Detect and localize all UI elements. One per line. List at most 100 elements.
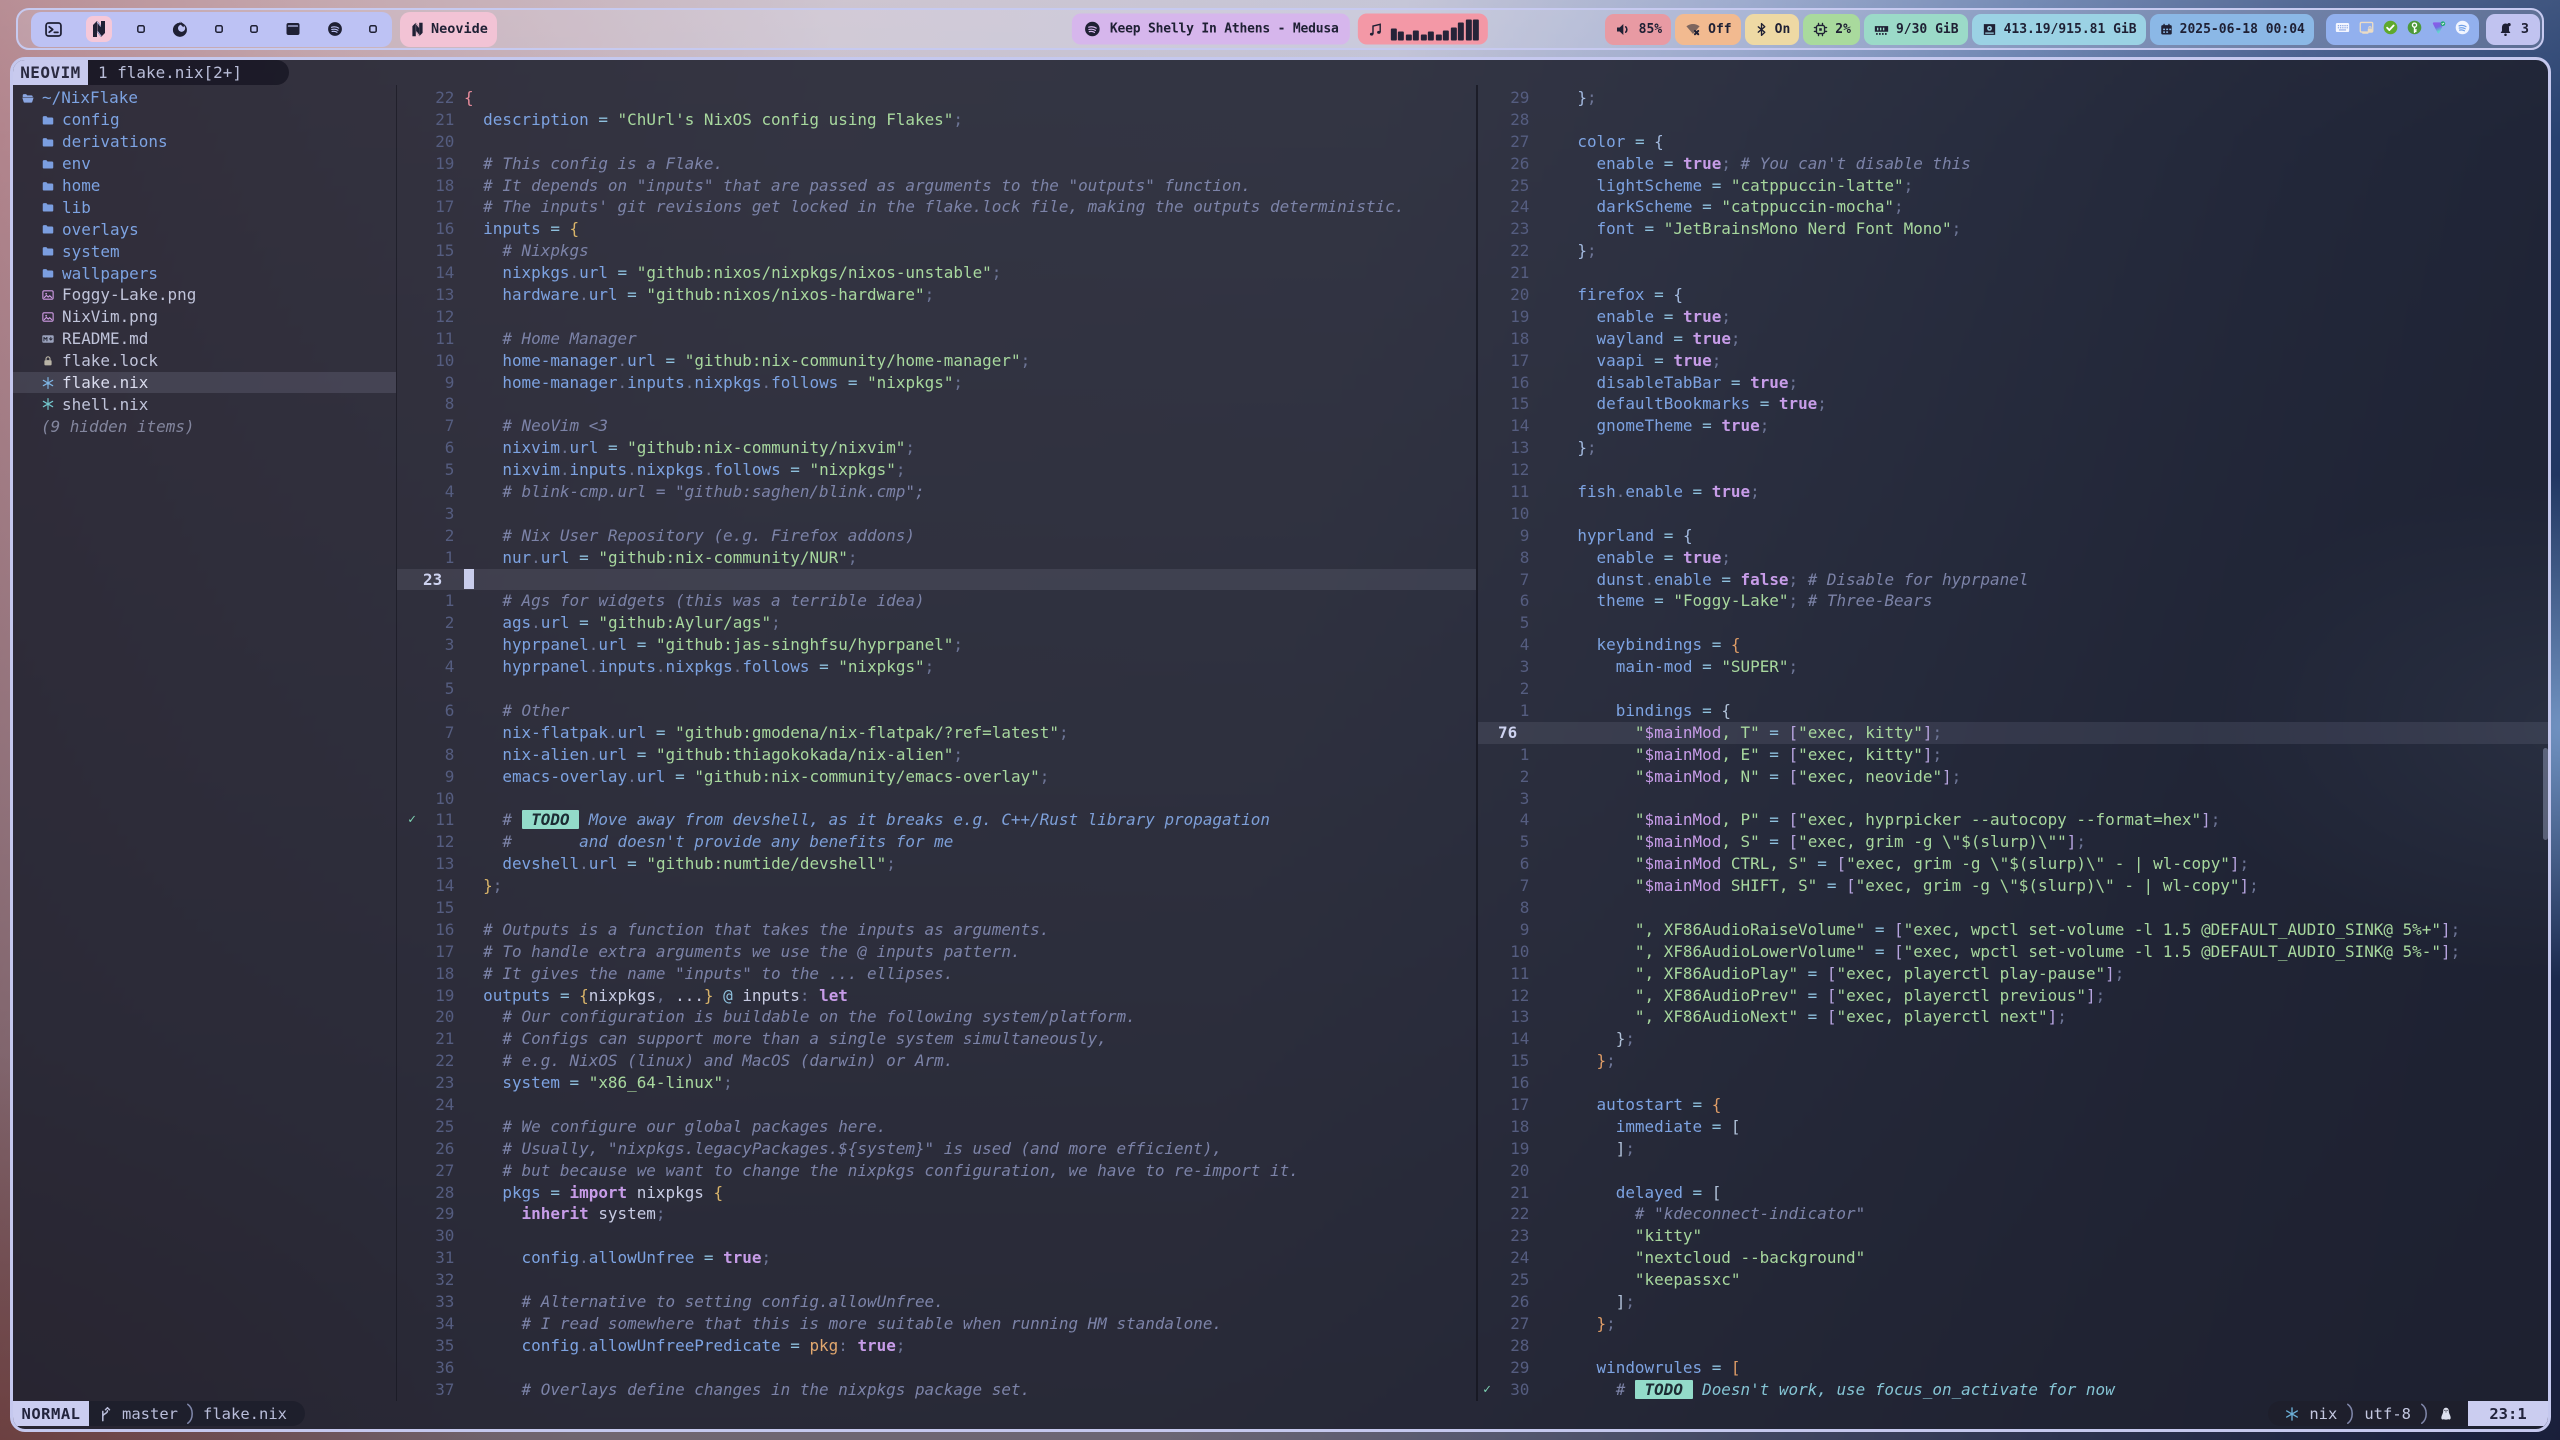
code-line[interactable]: 9 hyprland = { xyxy=(1478,525,2548,547)
tree-item-flake.nix[interactable]: flake.nix xyxy=(13,372,396,394)
code-line[interactable]: 17 # To handle extra arguments we use th… xyxy=(397,941,1476,963)
tree-item-shell.nix[interactable]: shell.nix xyxy=(13,393,396,415)
code-line[interactable]: 11 fish.enable = true; xyxy=(1478,481,2548,503)
code-line[interactable]: 17 # The inputs' git revisions get locke… xyxy=(397,196,1476,218)
code-line[interactable]: 23 "kitty" xyxy=(1478,1225,2548,1247)
code-line[interactable]: 1 # Ags for widgets (this was a terrible… xyxy=(397,590,1476,612)
code-line[interactable]: 22{ xyxy=(397,87,1476,109)
code-line[interactable]: 3 xyxy=(397,503,1476,525)
code-line[interactable]: 19 ]; xyxy=(1478,1138,2548,1160)
code-line[interactable]: 13 hardware.url = "github:nixos/nixos-ha… xyxy=(397,284,1476,306)
code-line[interactable]: 28 xyxy=(1478,109,2548,131)
code-line[interactable]: 5 nixvim.inputs.nixpkgs.follows = "nixpk… xyxy=(397,459,1476,481)
tree-item-flake.lock[interactable]: flake.lock xyxy=(13,350,396,372)
workspace-square[interactable] xyxy=(213,23,225,35)
code-line[interactable]: 10 home-manager.url = "github:nix-commun… xyxy=(397,350,1476,372)
code-line[interactable]: 22 }; xyxy=(1478,240,2548,262)
code-line[interactable]: 2 # Nix User Repository (e.g. Firefox ad… xyxy=(397,525,1476,547)
code-line[interactable]: 27 # but because we want to change the n… xyxy=(397,1160,1476,1182)
code-line[interactable]: 12 # and doesn't provide any benefits fo… xyxy=(397,831,1476,853)
code-line[interactable]: 9 emacs-overlay.url = "github:nix-commun… xyxy=(397,766,1476,788)
workspace-square[interactable] xyxy=(367,23,379,35)
tree-item-lib[interactable]: lib xyxy=(13,196,396,218)
tree-item-derivations[interactable]: derivations xyxy=(13,131,396,153)
code-line[interactable]: 24 "nextcloud --background" xyxy=(1478,1247,2548,1269)
code-line[interactable]: 31 config.allowUnfree = true; xyxy=(397,1247,1476,1269)
tray-screen-lock[interactable] xyxy=(2358,19,2375,40)
code-line[interactable]: 13 }; xyxy=(1478,437,2548,459)
code-line[interactable]: 18 wayland = true; xyxy=(1478,328,2548,350)
focused-app-module[interactable]: Neovide xyxy=(400,12,497,47)
code-line[interactable]: 5 xyxy=(397,678,1476,700)
code-line[interactable]: 26 enable = true; # You can't disable th… xyxy=(1478,153,2548,175)
code-line[interactable]: 1 nur.url = "github:nix-community/NUR"; xyxy=(397,547,1476,569)
wifi-module[interactable]: Off xyxy=(1675,14,1740,45)
tree-item-readme.md[interactable]: README.md xyxy=(13,328,396,350)
code-line[interactable]: 27 }; xyxy=(1478,1313,2548,1335)
tray-check-circle[interactable] xyxy=(2382,19,2399,40)
code-line[interactable]: 33 # Alternative to setting config.allow… xyxy=(397,1291,1476,1313)
code-line[interactable]: 5 xyxy=(1478,612,2548,634)
code-line[interactable]: 3 xyxy=(1478,788,2548,810)
tray-key-circle[interactable] xyxy=(2406,19,2423,40)
code-line[interactable]: 24 xyxy=(397,1094,1476,1116)
code-line[interactable]: 13 devshell.url = "github:numtide/devshe… xyxy=(397,853,1476,875)
tree-item-config[interactable]: config xyxy=(13,109,396,131)
code-line[interactable]: 26 ]; xyxy=(1478,1291,2548,1313)
tree-item-nixflake[interactable]: ~/NixFlake xyxy=(13,87,396,109)
tree-item-wallpapers[interactable]: wallpapers xyxy=(13,262,396,284)
code-line[interactable]: 19 enable = true; xyxy=(1478,306,2548,328)
code-line[interactable]: 22 # e.g. NixOS (linux) and MacOS (darwi… xyxy=(397,1050,1476,1072)
workspace-terminal[interactable] xyxy=(44,20,63,39)
code-line[interactable]: 20 xyxy=(397,131,1476,153)
code-line[interactable]: 29 windowrules = [ xyxy=(1478,1357,2548,1379)
code-line[interactable]: 13 ", XF86AudioNext" = ["exec, playerctl… xyxy=(1478,1006,2548,1028)
code-line[interactable]: 18 # It gives the name "inputs" to the .… xyxy=(397,963,1476,985)
code-line[interactable]: 11 ", XF86AudioPlay" = ["exec, playerctl… xyxy=(1478,963,2548,985)
code-line[interactable]: 23 xyxy=(397,569,1476,591)
tree-item-foggy-lake.png[interactable]: Foggy-Lake.png xyxy=(13,284,396,306)
code-line[interactable]: 7 # NeoVim <3 xyxy=(397,415,1476,437)
code-line[interactable]: 25 "keepassxc" xyxy=(1478,1269,2548,1291)
code-line[interactable]: 15 defaultBookmarks = true; xyxy=(1478,393,2548,415)
code-line[interactable]: 2 "$mainMod, N" = ["exec, neovide"]; xyxy=(1478,766,2548,788)
code-line[interactable]: 15 }; xyxy=(1478,1050,2548,1072)
code-line[interactable]: 16 # Outputs is a function that takes th… xyxy=(397,919,1476,941)
code-line[interactable]: 29 }; xyxy=(1478,87,2548,109)
code-line[interactable]: 10 xyxy=(397,788,1476,810)
tree-item-env[interactable]: env xyxy=(13,153,396,175)
code-line[interactable]: 20 firefox = { xyxy=(1478,284,2548,306)
code-line[interactable]: 14 nixpkgs.url = "github:nixos/nixpkgs/n… xyxy=(397,262,1476,284)
code-line[interactable]: 20 # Our configuration is buildable on t… xyxy=(397,1006,1476,1028)
code-line[interactable]: 16 disableTabBar = true; xyxy=(1478,372,2548,394)
code-line[interactable]: 76 "$mainMod, T" = ["exec, kitty"]; xyxy=(1478,722,2548,744)
scrollbar-thumb[interactable] xyxy=(2543,748,2548,840)
code-line[interactable]: 15 xyxy=(397,897,1476,919)
code-line[interactable]: 10 ", XF86AudioLowerVolume" = ["exec, wp… xyxy=(1478,941,2548,963)
code-line[interactable]: 22 # "kdeconnect-indicator" xyxy=(1478,1203,2548,1225)
tree-item-overlays[interactable]: overlays xyxy=(13,218,396,240)
code-line[interactable]: 14 gnomeTheme = true; xyxy=(1478,415,2548,437)
code-line[interactable]: 4 hyprpanel.inputs.nixpkgs.follows = "ni… xyxy=(397,656,1476,678)
code-line[interactable]: 8 xyxy=(1478,897,2548,919)
code-line[interactable]: 7 "$mainMod SHIFT, S" = ["exec, grim -g … xyxy=(1478,875,2548,897)
ram-module[interactable]: 9/30 GiB xyxy=(1864,14,1968,45)
volume-module[interactable]: 85% xyxy=(1605,14,1671,45)
tree-item-system[interactable]: system xyxy=(13,240,396,262)
code-line[interactable]: 24 darkScheme = "catppuccin-mocha"; xyxy=(1478,196,2548,218)
workspace-neovim[interactable] xyxy=(86,16,112,42)
cpu-module[interactable]: 2% xyxy=(1803,14,1860,45)
code-line[interactable]: 27 color = { xyxy=(1478,131,2548,153)
code-line[interactable]: 8 enable = true; xyxy=(1478,547,2548,569)
code-line[interactable]: 28 pkgs = import nixpkgs { xyxy=(397,1182,1476,1204)
workspace-spotify[interactable] xyxy=(326,20,344,38)
code-line[interactable]: 17 vaapi = true; xyxy=(1478,350,2548,372)
code-line[interactable]: 34 # I read somewhere that this is more … xyxy=(397,1313,1476,1335)
code-line[interactable]: 6 nixvim.url = "github:nix-community/nix… xyxy=(397,437,1476,459)
code-line[interactable]: 4 "$mainMod, P" = ["exec, hyprpicker --a… xyxy=(1478,809,2548,831)
workspace-square[interactable] xyxy=(135,23,147,35)
code-line[interactable]: 29 inherit system; xyxy=(397,1203,1476,1225)
code-line[interactable]: 2 ags.url = "github:Aylur/ags"; xyxy=(397,612,1476,634)
code-line[interactable]: 4 keybindings = { xyxy=(1478,634,2548,656)
tree-item-nixvim.png[interactable]: NixVim.png xyxy=(13,306,396,328)
